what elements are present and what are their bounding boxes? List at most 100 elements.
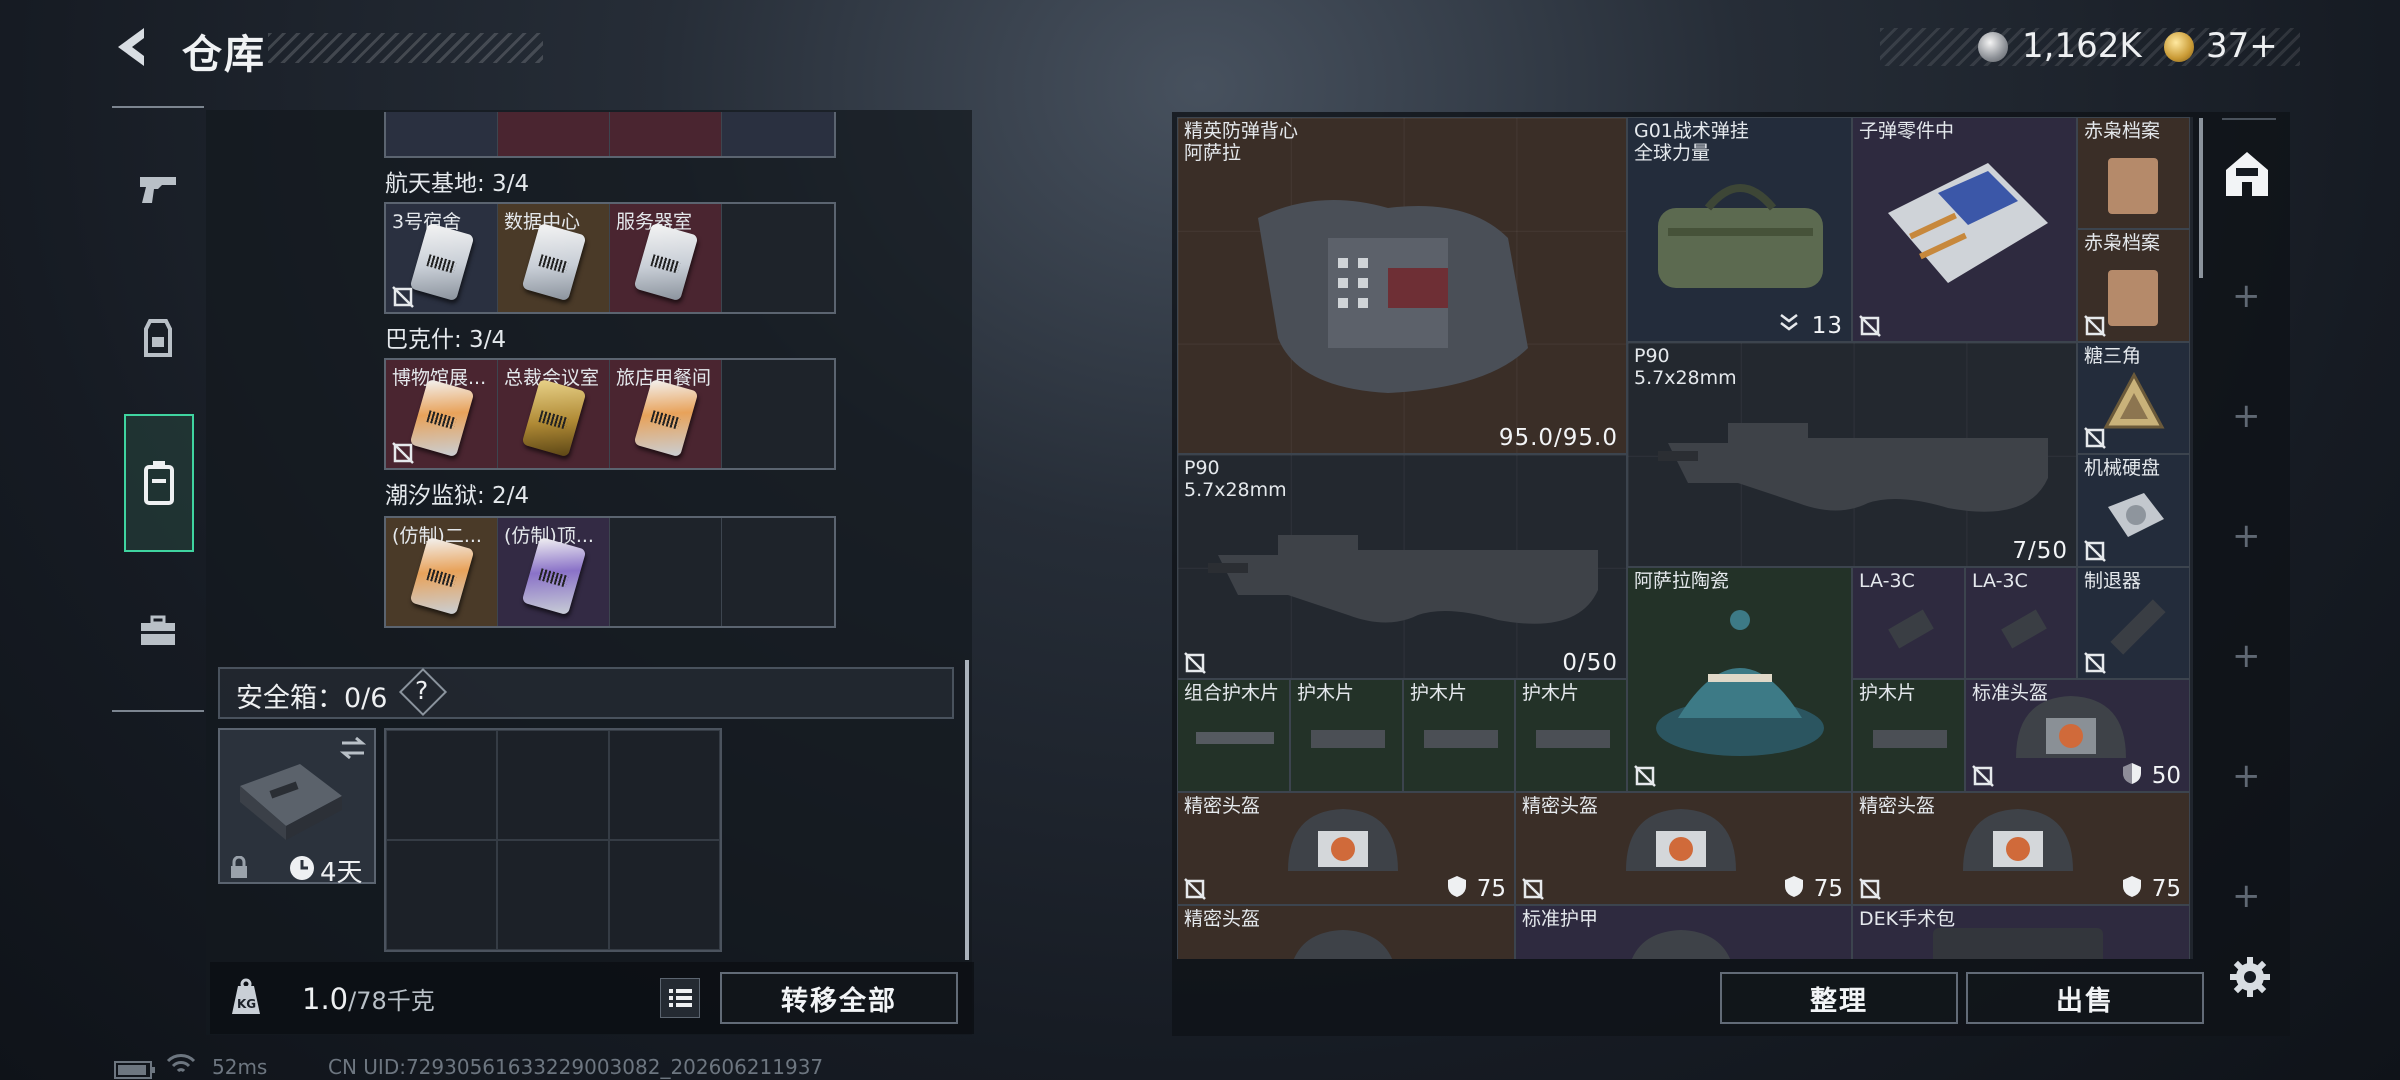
add-storage-tab-icon[interactable]: + (2232, 396, 2261, 436)
item-candy-triangle[interactable]: 糖三角 (2077, 342, 2190, 454)
helmet-image (2016, 696, 2126, 758)
item-owl-file[interactable]: 赤枭档案 (2077, 117, 2190, 229)
unbound-icon (1859, 315, 1881, 337)
item-p90[interactable]: P90 5.7x28mm 7/50 (1627, 342, 2077, 567)
item-precision-helmet[interactable]: 精密头盔 75 (1852, 792, 2190, 905)
keycard-slot[interactable]: 3号宿舍 (386, 204, 498, 312)
item-la3c[interactable]: LA-3C (1965, 567, 2077, 679)
empty-keycard-slot[interactable] (610, 518, 722, 626)
add-storage-tab-icon[interactable]: + (2232, 516, 2261, 556)
wifi-icon (166, 1054, 196, 1073)
item-handguard[interactable]: 护木片 (1852, 679, 1965, 792)
title-stripe (268, 33, 543, 63)
item-la3c[interactable]: LA-3C (1852, 567, 1965, 679)
unbound-icon (1522, 878, 1544, 900)
unbound-icon (1184, 878, 1206, 900)
tab-weapons[interactable] (112, 134, 204, 244)
page-title: 仓库 (182, 32, 266, 78)
keycard-slot[interactable]: (仿制)顶... (498, 518, 610, 626)
item-standard-helmet[interactable]: 标准头盔 50 (1965, 679, 2190, 792)
gold-coin-amount[interactable]: 37+ (2206, 26, 2278, 66)
list-view-button[interactable] (660, 978, 700, 1018)
left-scrollbar[interactable] (965, 660, 969, 960)
unbound-icon (2084, 427, 2106, 449)
keycard-slot[interactable]: 总裁会议室 (498, 360, 610, 468)
empty-keycard-slot[interactable] (722, 360, 834, 468)
case-duration: 4天 (320, 858, 363, 888)
vest-image (1258, 200, 1528, 393)
help-icon[interactable]: ? (415, 676, 428, 705)
item-handguard[interactable]: 护木片 (1290, 679, 1403, 792)
ammo-parts-image (1888, 163, 2048, 283)
item-dek-surgical-kit[interactable]: DEK手术包 (1852, 905, 2190, 959)
gear-icon[interactable] (2228, 955, 2272, 999)
item-standard-armor[interactable]: 标准护甲 (1515, 905, 1852, 959)
safe-box-grid[interactable] (384, 728, 722, 952)
duffel-bag-image (1658, 184, 1823, 288)
tab-toolbox[interactable] (112, 576, 204, 686)
stack-icon (1780, 314, 1798, 331)
unbound-icon (1859, 878, 1881, 900)
back-arrow-icon[interactable] (110, 24, 156, 70)
keycard-slot[interactable]: 服务器室 (610, 204, 722, 312)
item-elite-vest[interactable]: 精英防弹背心 阿萨拉 95.0/95.0 (1177, 117, 1627, 454)
item-hard-disk[interactable]: 机械硬盘 (2077, 454, 2190, 567)
tab-backpack[interactable] (112, 282, 204, 392)
ping-readout: 52ms (212, 1055, 268, 1079)
region-card-row: 博物馆展... 总裁会议室 旅店用餐间 (384, 358, 836, 470)
armor-image (1632, 930, 1730, 959)
add-storage-tab-icon[interactable]: + (2232, 876, 2261, 916)
empty-keycard-slot[interactable] (722, 518, 834, 626)
tab-keycards[interactable] (124, 414, 194, 552)
region-card-row: 3号宿舍 数据中心 服务器室 (384, 202, 836, 314)
helmet-image (1963, 809, 2073, 871)
keycard-case-icon (144, 461, 174, 505)
triangle-badge-image (2103, 371, 2165, 429)
previous-region-cards (384, 112, 836, 158)
item-precision-helmet[interactable]: 精密头盔 (1177, 905, 1515, 959)
p90-image (1208, 535, 1598, 624)
unbound-icon (1972, 765, 1994, 787)
item-precision-helmet[interactable]: 精密头盔 75 (1177, 792, 1515, 905)
transfer-all-button[interactable]: 转移全部 (720, 972, 958, 1024)
helmet-image (1288, 809, 1398, 871)
storage-house-icon[interactable] (2222, 148, 2272, 200)
region-title-aerospace-base: 航天基地: 3/4 (385, 171, 530, 197)
item-handguard[interactable]: 护木片 (1403, 679, 1515, 792)
toolbox-icon (141, 615, 175, 645)
sell-button[interactable]: 出售 (1966, 972, 2204, 1024)
add-storage-tab-icon[interactable]: + (2232, 276, 2261, 316)
item-ammo-parts[interactable]: 子弹零件中 (1852, 117, 2077, 342)
safe-box-case-slot[interactable]: 4天 (218, 728, 376, 888)
shield-icon (1785, 876, 1803, 897)
rail-divider (2222, 118, 2276, 120)
region-card-row: (仿制)二... (仿制)顶... (384, 516, 836, 628)
organize-button[interactable]: 整理 (1720, 972, 1958, 1024)
item-handguard[interactable]: 护木片 (1515, 679, 1627, 792)
helmet-image (1294, 930, 1392, 959)
weight-readout: 1.0/78千克 (302, 982, 435, 1016)
ceramic-pot-image (1656, 610, 1824, 756)
item-asara-ceramic[interactable]: 阿萨拉陶瓷 (1627, 567, 1852, 792)
lock-icon (231, 856, 247, 878)
keycard-slot[interactable]: (仿制)二... (386, 518, 498, 626)
shield-icon (2123, 763, 2141, 784)
add-storage-tab-icon[interactable]: + (2232, 636, 2261, 676)
empty-keycard-slot[interactable] (722, 204, 834, 312)
item-muzzle-brake[interactable]: 制退器 (2077, 567, 2190, 679)
item-combo-handguard[interactable]: 组合护木片 (1177, 679, 1290, 792)
item-owl-file[interactable]: 赤枭档案 (2077, 229, 2190, 342)
list-icon (669, 989, 692, 1007)
p90-image (1658, 423, 2048, 512)
item-precision-helmet[interactable]: 精密头盔 75 (1515, 792, 1852, 905)
add-storage-tab-icon[interactable]: + (2232, 756, 2261, 796)
keycard-slot[interactable]: 数据中心 (498, 204, 610, 312)
item-chest-rig[interactable]: G01战术弹挂 全球力量 13 (1627, 117, 1852, 342)
item-p90[interactable]: P90 5.7x28mm 0/50 (1177, 454, 1627, 679)
keycard-slot[interactable]: 旅店用餐间 (610, 360, 722, 468)
unbound-icon (1184, 652, 1206, 674)
keycard-slot[interactable]: 博物馆展... (386, 360, 498, 468)
warehouse-scrollbar[interactable] (2199, 118, 2203, 278)
silver-coin-icon (1978, 32, 2008, 62)
swap-icon[interactable] (338, 734, 368, 762)
